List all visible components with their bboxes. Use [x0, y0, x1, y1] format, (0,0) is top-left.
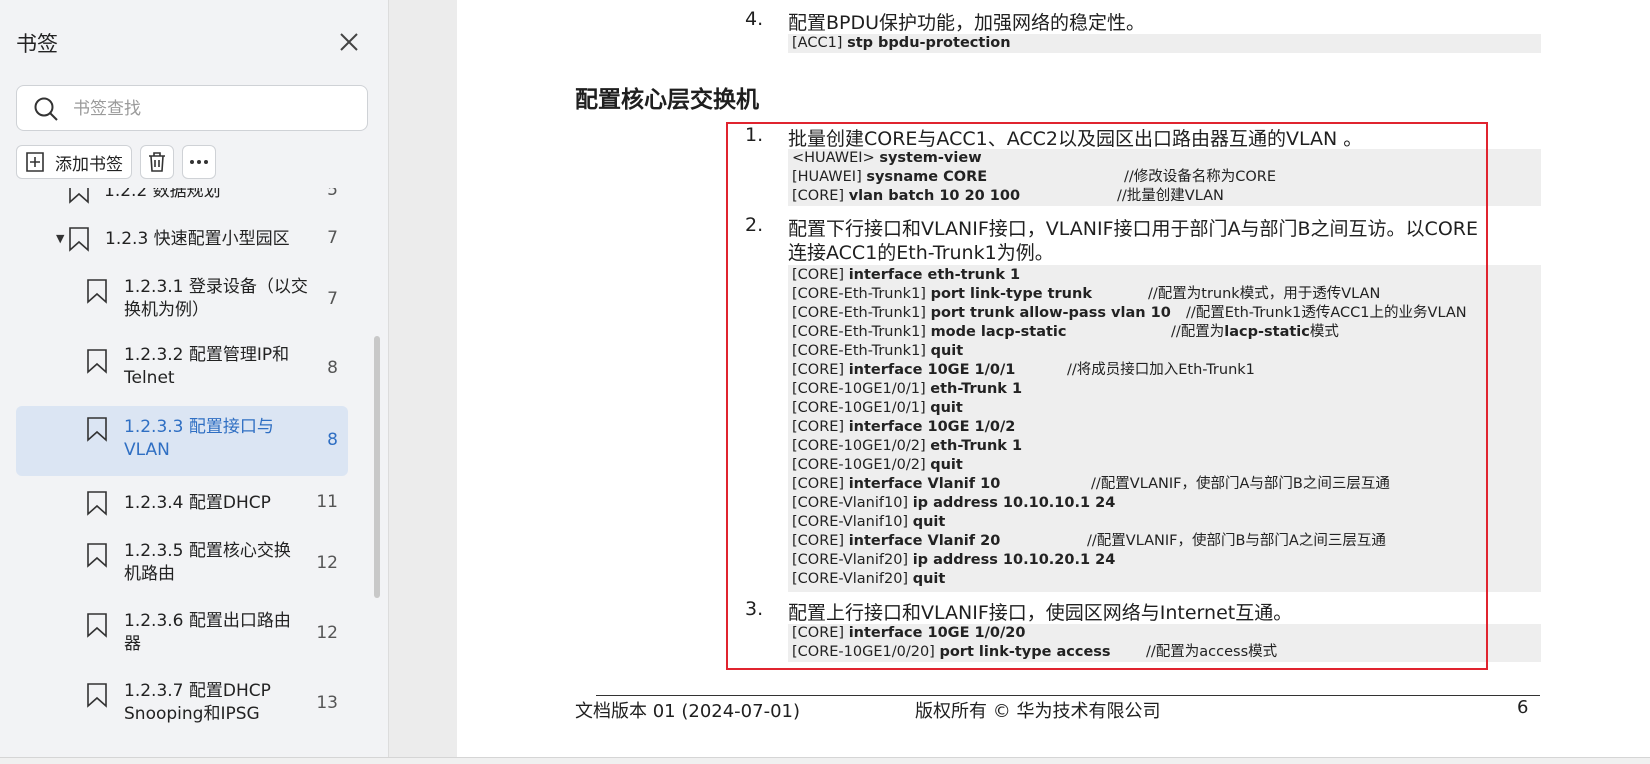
delete-bookmark-button[interactable] [140, 145, 174, 179]
bookmark-search-input[interactable] [71, 92, 355, 126]
footer-page-number: 6 [1517, 697, 1529, 718]
bookmark-icon [87, 349, 107, 374]
code-line: [ACC1] stp bpdu-protection [792, 35, 1011, 51]
bookmark-icon [69, 188, 89, 204]
collapse-caret-icon[interactable]: ▼ [56, 232, 64, 245]
sidebar-scrollbar[interactable] [374, 336, 380, 598]
more-options-button[interactable] [182, 145, 216, 179]
highlight-box [726, 122, 1488, 670]
bookmark-search-box[interactable] [16, 85, 368, 131]
step-title: 配置BPDU保护功能，加强网络的稳定性。 [788, 12, 1146, 34]
bookmark-item[interactable]: 1.2.3.4 配置DHCP 11 [16, 480, 348, 526]
bookmark-icon [87, 683, 107, 708]
add-bookmark-button[interactable]: 添加书签 [16, 145, 132, 179]
section-title: 配置核心层交换机 [575, 87, 759, 113]
close-icon[interactable] [337, 30, 361, 54]
bookmark-item[interactable]: ▼ 1.2.3 快速配置小型园区 7 [16, 216, 348, 262]
document-page: 4. 配置BPDU保护功能，加强网络的稳定性。 [ACC1] stp bpdu-… [457, 0, 1650, 757]
bookmark-item[interactable]: 1.2.2 数据规划 5 [16, 188, 348, 210]
bookmark-icon [87, 491, 107, 516]
bookmark-list: 1.2.2 数据规划 5 ▼ 1.2.3 快速配置小型园区 7 1.2.3.1 … [0, 188, 388, 757]
add-bookmark-icon [26, 152, 44, 172]
footer-copyright: 版权所有 © 华为技术有限公司 [915, 701, 1161, 722]
bookmark-item-active[interactable]: 1.2.3.3 配置接口与 VLAN 8 [16, 406, 348, 476]
bookmark-icon [69, 227, 89, 252]
footer-rule [596, 695, 1540, 696]
bookmark-item[interactable]: 1.2.3.7 配置DHCP Snooping和IPSG 13 [16, 672, 348, 736]
bookmark-item[interactable]: 1.2.3.6 配置出口路由 器 12 [16, 602, 348, 666]
footer-version: 文档版本 01 (2024-07-01) [575, 701, 800, 722]
bookmark-icon [87, 613, 107, 638]
document-viewer: 4. 配置BPDU保护功能，加强网络的稳定性。 [ACC1] stp bpdu-… [389, 0, 1650, 757]
bookmark-sidebar: 书签 添加书签 1.2.2 数据规划 5 [0, 0, 389, 757]
add-bookmark-label: 添加书签 [55, 154, 123, 175]
more-icon [190, 160, 208, 164]
bookmark-icon [87, 417, 107, 442]
bookmark-icon [87, 279, 107, 304]
bookmark-item[interactable]: 1.2.3.5 配置核心交换 机路由 12 [16, 532, 348, 596]
sidebar-title: 书签 [16, 32, 58, 56]
search-icon [34, 97, 58, 121]
bookmark-item[interactable]: 1.2.3.2 配置管理IP和 Telnet 8 [16, 338, 348, 402]
trash-icon [149, 152, 165, 172]
bookmark-item[interactable]: 1.2.3.1 登录设备（以交 换机为例） 7 [16, 268, 348, 332]
bookmark-icon [87, 543, 107, 568]
